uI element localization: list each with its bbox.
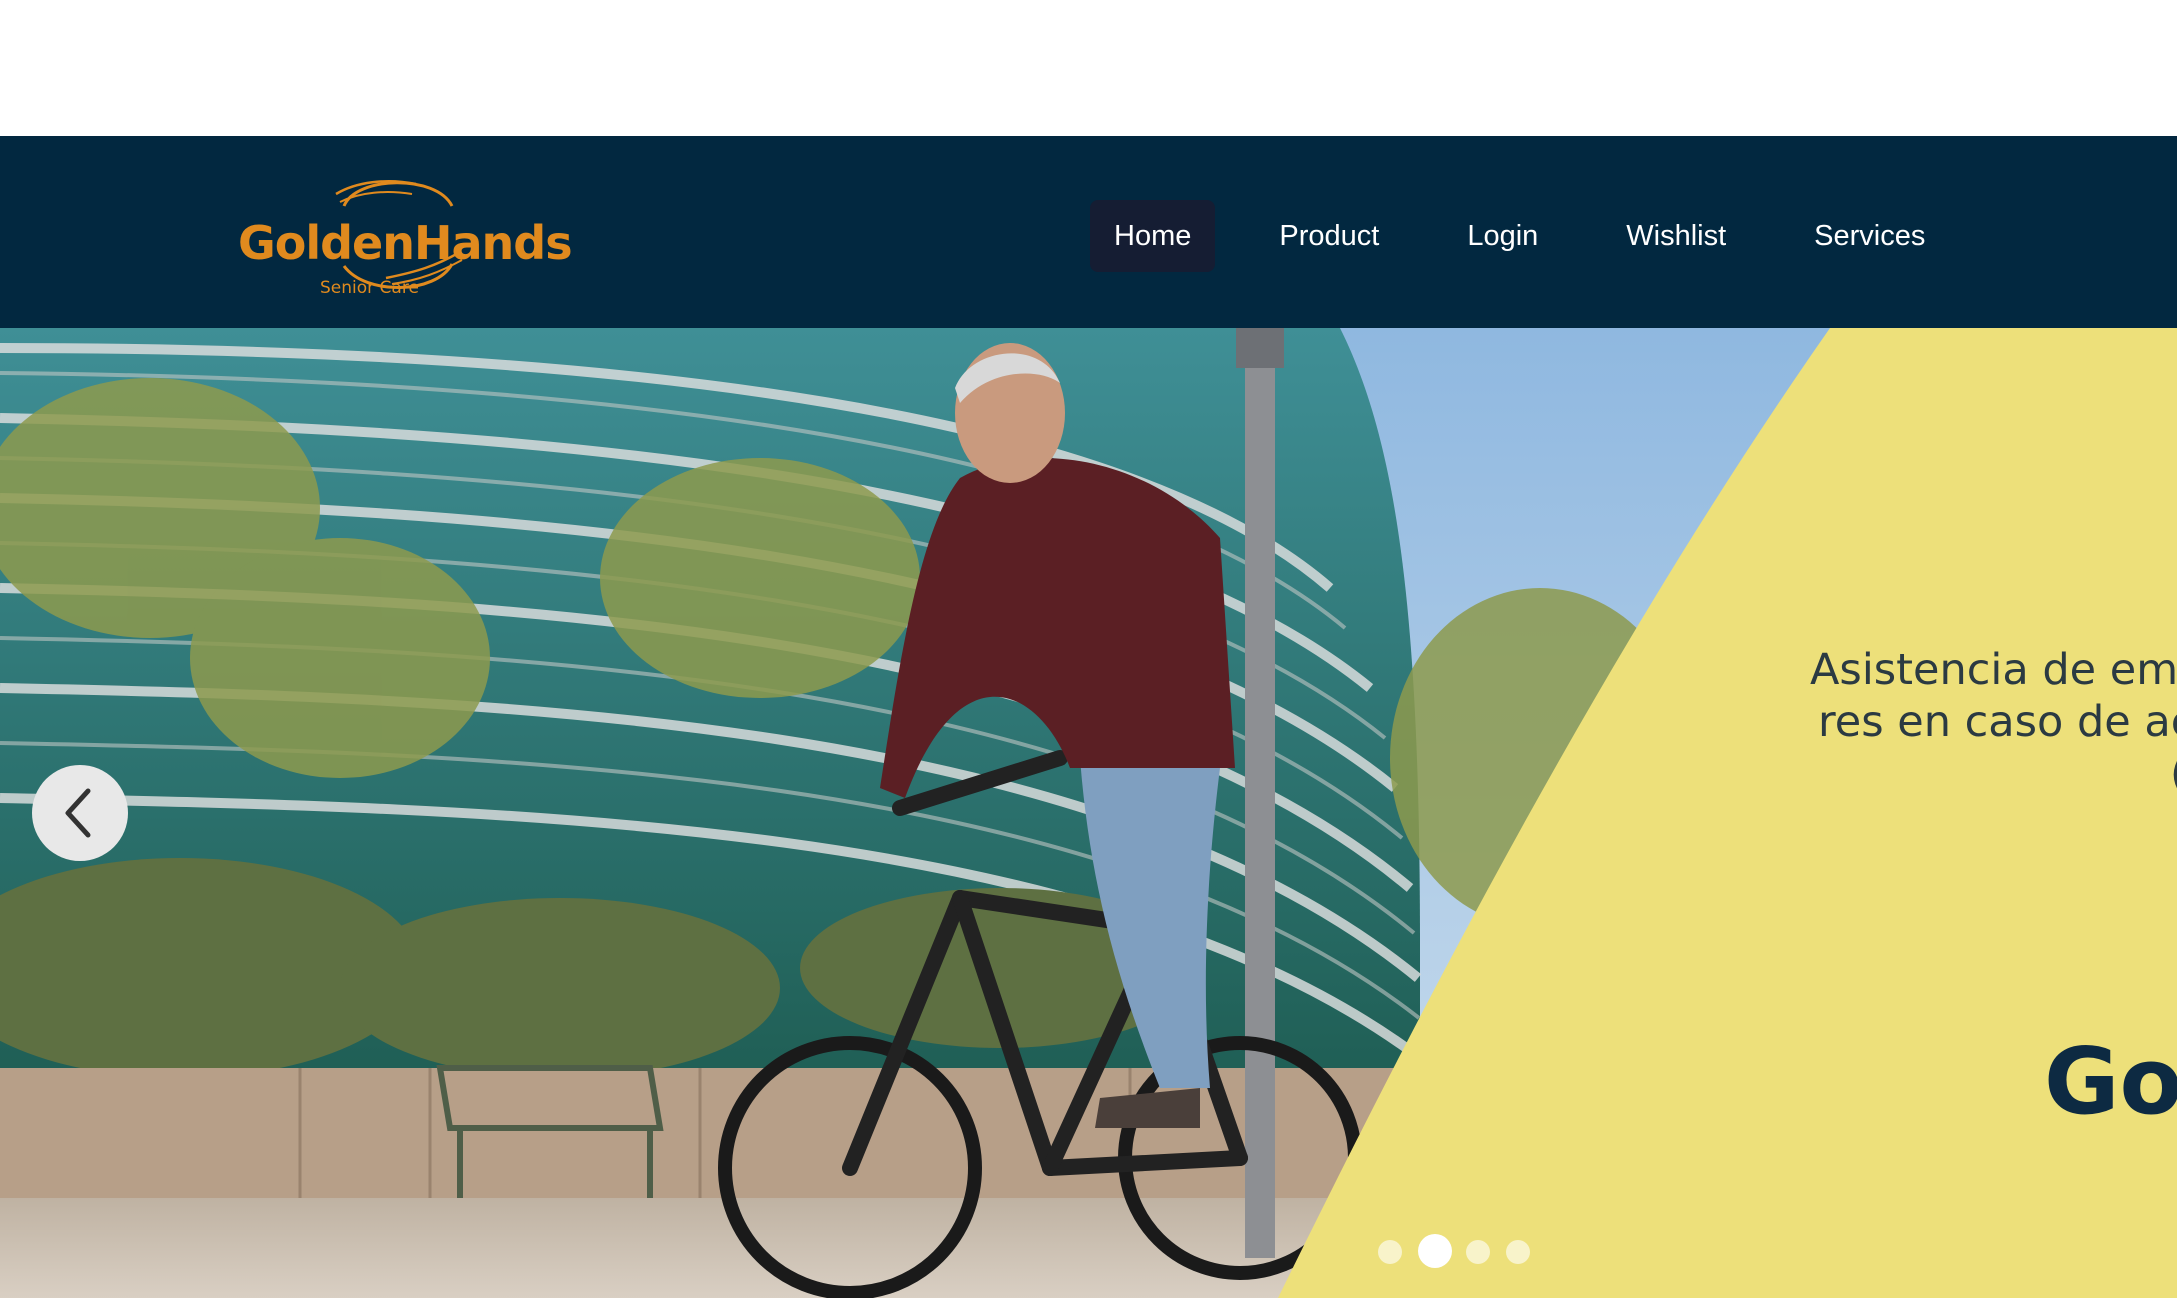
navbar: GoldenHands Senior Care Home Product Log… (0, 136, 2177, 328)
promo-line: res en caso de ac (1818, 697, 2177, 747)
hero-photo-cyclist (0, 328, 2177, 1298)
promo-line: Asistencia de em (1810, 645, 2177, 695)
carousel-prev-button[interactable] (32, 765, 128, 861)
nav-login[interactable]: Login (1443, 200, 1562, 272)
nav-home[interactable]: Home (1090, 200, 1216, 272)
carousel-dot[interactable] (1378, 1240, 1402, 1264)
carousel-dot[interactable] (1466, 1240, 1490, 1264)
top-blank-area (0, 0, 2177, 136)
promo-line: ( (1810, 748, 2177, 800)
carousel-dot[interactable] (1506, 1240, 1530, 1264)
logo[interactable]: GoldenHands Senior Care (236, 166, 573, 306)
nav-services[interactable]: Services (1790, 200, 1949, 272)
main-nav: Home Product Login Wishlist Services (1090, 200, 1989, 272)
brand-tagline: Senior Care (320, 278, 419, 298)
nav-wishlist[interactable]: Wishlist (1602, 200, 1750, 272)
promo-text: Asistencia de em res en caso de ac ( (1810, 644, 2177, 800)
chevron-left-icon (65, 788, 91, 838)
brand-name: GoldenHands (238, 216, 573, 270)
hero-carousel: Asistencia de em res en caso de ac ( Gol (0, 328, 2177, 1298)
promo-brand: Gol (2044, 1028, 2177, 1135)
nav-product[interactable]: Product (1255, 200, 1403, 272)
carousel-dot-active[interactable] (1418, 1234, 1452, 1268)
